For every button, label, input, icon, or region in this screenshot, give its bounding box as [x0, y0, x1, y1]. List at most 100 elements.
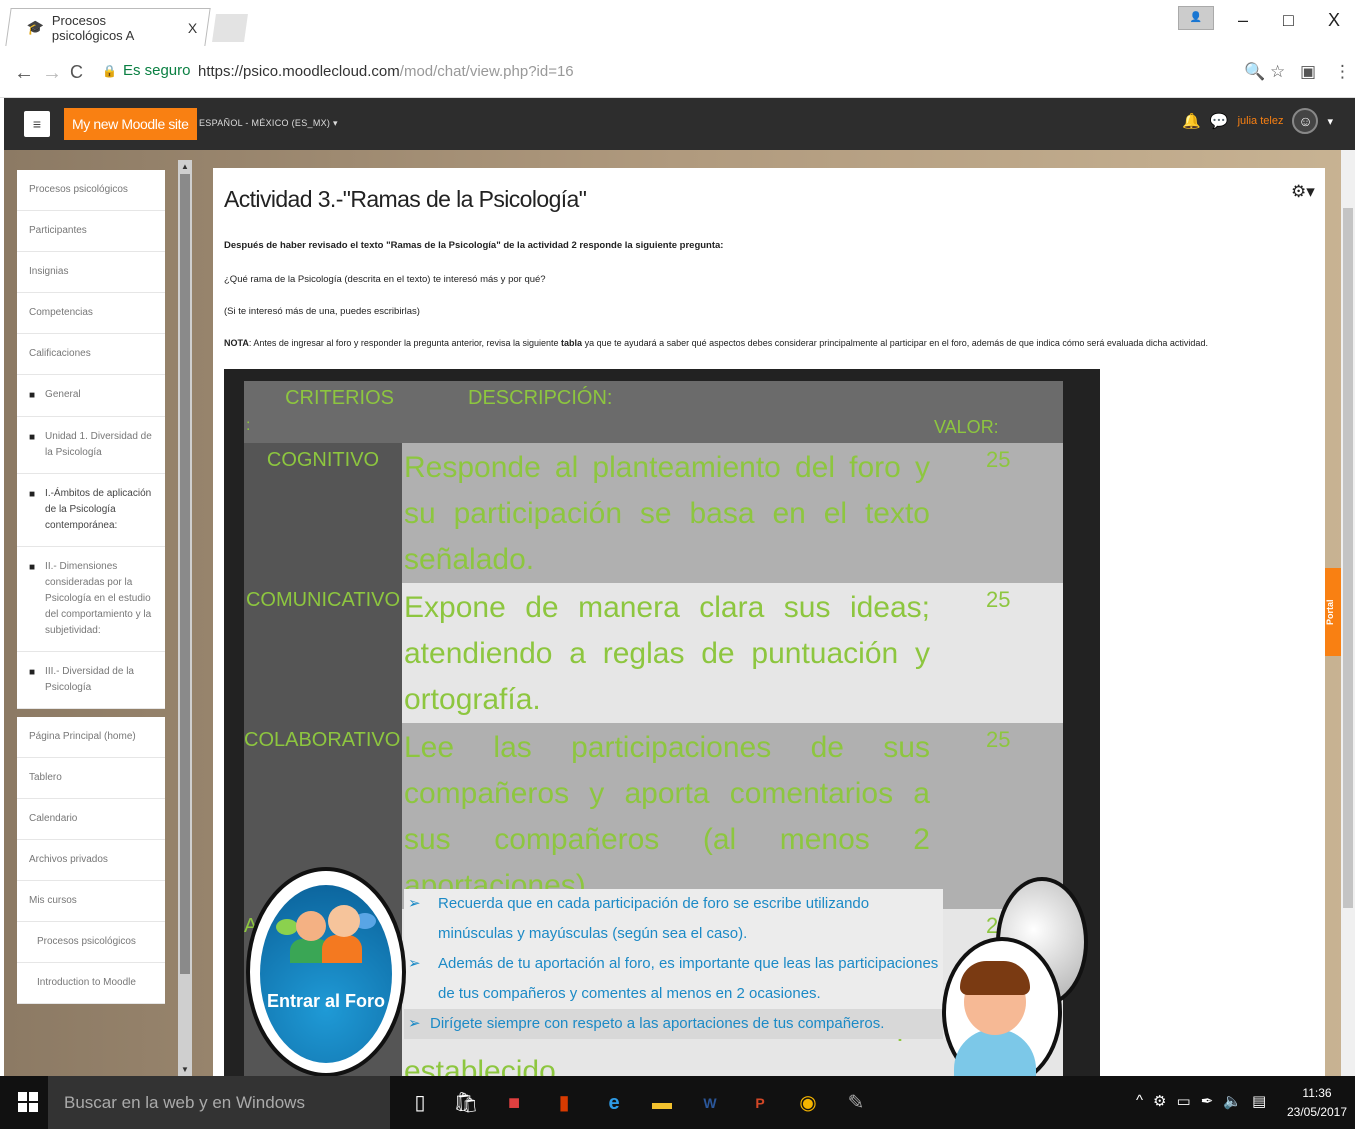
- arrow-bullet-icon: ➢: [408, 1015, 421, 1032]
- forward-icon[interactable]: →: [42, 62, 62, 85]
- word-icon[interactable]: W: [696, 1088, 724, 1118]
- reload-icon[interactable]: C: [70, 62, 83, 83]
- browser-menu-icon[interactable]: ⋮: [1334, 62, 1351, 82]
- sidebar-item[interactable]: Procesos psicológicos: [17, 922, 165, 963]
- note-text: NOTA: Antes de ingresar al foro y respon…: [224, 338, 1208, 348]
- rubric-header-row: CRITERIOS: DESCRIPCIÓN: VALOR:: [244, 381, 1063, 443]
- sidebar-item[interactable]: ■ III.- Diversidad de la Psicología: [17, 652, 165, 709]
- note-item-text: Además de tu aportación al foro, es impo…: [438, 955, 939, 1002]
- note-item: ➢ Además de tu aportación al foro, es imp…: [404, 949, 943, 1009]
- folder-icon: ■: [29, 390, 36, 401]
- show-hidden-icons-icon[interactable]: ^: [1136, 1092, 1143, 1110]
- sidebar-scrollbar[interactable]: ▲ ▼: [178, 160, 192, 1076]
- sidebar-item-label: I.-Ámbitos de aplicación de la Psicologí…: [45, 488, 152, 531]
- tab-close-icon[interactable]: X: [188, 20, 197, 36]
- people-chat-icon: [276, 901, 376, 963]
- header-descripcion: DESCRIPCIÓN:: [402, 381, 932, 443]
- user-avatar[interactable]: ☺: [1292, 108, 1319, 134]
- site-home-button[interactable]: My new Moodle site: [64, 108, 197, 140]
- language-menu[interactable]: ESPAÑOL - MÉXICO (ES_MX) ▾: [199, 118, 338, 129]
- paint-icon[interactable]: ✎: [842, 1088, 870, 1118]
- note-bold: tabla: [561, 338, 583, 348]
- sidebar-item-label: Competencias: [29, 307, 93, 318]
- extension-icon[interactable]: ▣: [1300, 62, 1316, 82]
- edge-icon[interactable]: e: [600, 1088, 628, 1118]
- user-menu-chevron-icon[interactable]: ▾: [1327, 115, 1333, 128]
- messages-icon[interactable]: 💬: [1210, 112, 1229, 130]
- sidebar-item[interactable]: ■ I.-Ámbitos de aplicación de la Psicolog…: [17, 474, 165, 547]
- hamburger-menu-icon[interactable]: ≡: [24, 111, 50, 137]
- main-content: ⚙▾ Actividad 3.-"Ramas de la Psicología"…: [213, 168, 1325, 1076]
- arrow-bullet-icon: ➢: [408, 955, 421, 972]
- mail-icon[interactable]: ■: [500, 1088, 528, 1118]
- chrome-icon[interactable]: ◉: [794, 1088, 822, 1118]
- notifications-icon[interactable]: ▤: [1252, 1092, 1266, 1110]
- sidebar-item[interactable]: Archivos privados: [17, 840, 165, 881]
- sidebar-item[interactable]: ■ Unidad 1. Diversidad de la Psicología: [17, 417, 165, 474]
- sidebar-item-label: Página Principal (home): [29, 731, 136, 742]
- powerpoint-icon[interactable]: P: [746, 1088, 774, 1118]
- navigation-drawer: Procesos psicológicos Participantes Insign…: [17, 170, 165, 1076]
- volume-icon[interactable]: 🔈: [1223, 1092, 1242, 1110]
- sidebar-item[interactable]: Procesos psicológicos: [17, 170, 165, 211]
- back-icon[interactable]: ←: [14, 62, 34, 85]
- header-criterios: CRITERIOS:: [244, 381, 402, 443]
- zoom-icon[interactable]: 🔍: [1244, 62, 1265, 82]
- sidebar-item[interactable]: Mis cursos: [17, 881, 165, 922]
- browser-tab[interactable]: 🎓 Procesos psicológicos A X: [5, 8, 211, 46]
- settings-gear-icon[interactable]: ⚙▾: [1291, 182, 1315, 202]
- student-thinking-icon: [942, 877, 1088, 1076]
- scroll-down-icon[interactable]: ▼: [181, 1065, 189, 1074]
- user-name[interactable]: julia telez: [1238, 115, 1284, 127]
- sidebar-item-label: Insignias: [29, 266, 69, 277]
- new-tab-button[interactable]: [212, 14, 248, 42]
- sidebar-item[interactable]: ■ II.- Dimensiones consideradas por la Ps…: [17, 547, 165, 652]
- taskbar-search-input[interactable]: Buscar en la web y en Windows: [48, 1076, 390, 1129]
- sidebar-item[interactable]: Tablero: [17, 758, 165, 799]
- battery-icon[interactable]: ▭: [1177, 1092, 1191, 1110]
- profile-icon[interactable]: 👤: [1178, 6, 1214, 30]
- powerpoint-reader-icon[interactable]: ▮: [550, 1088, 578, 1118]
- file-explorer-icon[interactable]: ▬: [648, 1088, 676, 1118]
- forum-badge[interactable]: Entrar al Foro: [260, 885, 392, 1063]
- sidebar-item-label: Calificaciones: [29, 348, 91, 359]
- main-scroll-thumb[interactable]: [1343, 208, 1353, 908]
- sidebar-item[interactable]: Competencias: [17, 293, 165, 334]
- moodle-favicon-icon: 🎓: [26, 19, 45, 35]
- restore-button[interactable]: □: [1283, 10, 1294, 31]
- site-nav-block: Página Principal (home) Tablero Calendario…: [17, 717, 165, 1004]
- rubric-notes: ➢ Recuerda que en cada participación de f…: [404, 889, 943, 1039]
- notification-bell-icon[interactable]: 🔔: [1182, 112, 1201, 130]
- close-window-button[interactable]: X: [1328, 10, 1340, 31]
- sidebar-item[interactable]: Introduction to Moodle: [17, 963, 165, 1004]
- minimize-button[interactable]: –: [1238, 10, 1248, 31]
- bookmark-star-icon[interactable]: ☆: [1270, 62, 1285, 82]
- pen-icon[interactable]: ✒: [1201, 1092, 1214, 1110]
- sidebar-item-label: Participantes: [29, 225, 87, 236]
- scroll-up-icon[interactable]: ▲: [181, 162, 189, 171]
- value-cell: 25: [932, 583, 1063, 723]
- sidebar-item[interactable]: Insignias: [17, 252, 165, 293]
- sidebar-item-label: Archivos privados: [29, 854, 108, 865]
- page-title: Actividad 3.-"Ramas de la Psicología": [224, 186, 587, 212]
- main-scrollbar[interactable]: [1341, 150, 1355, 1076]
- url-field[interactable]: https://psico.moodlecloud.com/mod/chat/v…: [198, 63, 574, 80]
- secure-indicator[interactable]: 🔒 Es seguro: [102, 62, 191, 79]
- taskbar-clock[interactable]: 11:36 23/05/2017: [1284, 1084, 1350, 1122]
- sidebar-item[interactable]: ■ General: [17, 375, 165, 417]
- sidebar-item-label: Procesos psicológicos: [37, 936, 136, 947]
- sidebar-scroll-thumb[interactable]: [180, 174, 190, 974]
- clock-date: 23/05/2017: [1286, 1105, 1348, 1119]
- sidebar-item[interactable]: Calificaciones: [17, 334, 165, 375]
- network-app-icon[interactable]: ⚙: [1153, 1092, 1166, 1110]
- sidebar-item[interactable]: Participantes: [17, 211, 165, 252]
- store-icon[interactable]: 🛍: [452, 1088, 480, 1118]
- enter-forum-button[interactable]: Entrar al Foro: [246, 867, 406, 1076]
- windows-start-icon[interactable]: [18, 1092, 38, 1112]
- portal-tab[interactable]: Portal: [1325, 568, 1341, 656]
- task-view-icon[interactable]: ▯: [406, 1088, 434, 1118]
- folder-icon: ■: [29, 432, 36, 443]
- sidebar-item[interactable]: Calendario: [17, 799, 165, 840]
- sidebar-item[interactable]: Página Principal (home): [17, 717, 165, 758]
- tab-title: Procesos psicológicos A: [52, 12, 135, 43]
